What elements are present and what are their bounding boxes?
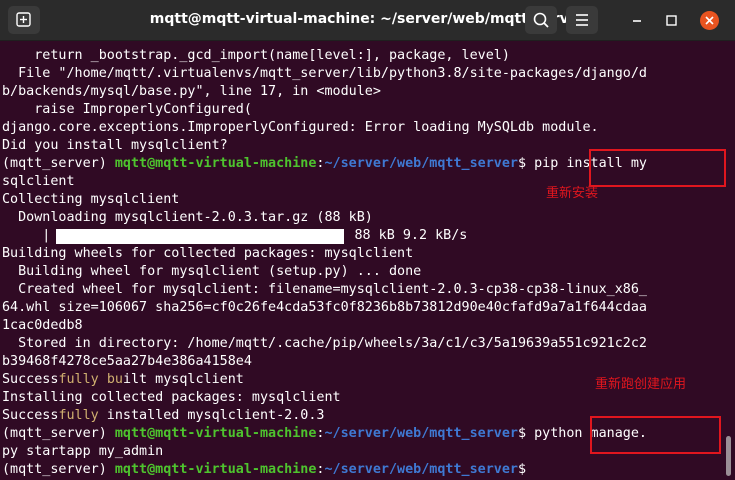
- prompt-dollar: $: [517, 426, 535, 441]
- annotation-rerun: 重新跑创建应用: [595, 377, 687, 392]
- annotation-reinstall: 重新安装: [546, 186, 599, 201]
- close-button[interactable]: [700, 11, 719, 30]
- maximize-icon: [666, 15, 677, 26]
- scrollbar[interactable]: [726, 436, 731, 476]
- minimize-button[interactable]: [624, 6, 652, 34]
- prompt-line: (mqtt_server) mqtt@mqtt-virtual-machine:…: [2, 155, 647, 173]
- output-line: Downloading mysqlclient-2.0.3.tar.gz (88…: [2, 210, 373, 225]
- output-line: Created wheel for mysqlclient: filename=…: [2, 282, 647, 297]
- success-text: installed mysqlclient-2.0.3: [98, 408, 325, 423]
- progress-text: | 88 kB 9.2 kB/s: [338, 228, 468, 243]
- prompt-env: (mqtt_server): [2, 156, 115, 171]
- output-line: Building wheels for collected packages: …: [2, 246, 414, 261]
- prompt-env: (mqtt_server): [2, 462, 115, 477]
- prompt-env: (mqtt_server): [2, 426, 115, 441]
- success-text: bu: [106, 372, 123, 387]
- maximize-button[interactable]: [658, 6, 686, 34]
- success-text: Success: [2, 408, 59, 423]
- prompt-userhost: mqtt@mqtt-virtual-machine: [114, 426, 317, 441]
- output-line: py startapp my_admin: [2, 444, 164, 459]
- search-icon: [533, 12, 549, 28]
- success-text: fully: [58, 408, 99, 423]
- output-line: Installing collected packages: mysqlclie…: [2, 390, 341, 405]
- output-line: Collecting mysqlclient: [2, 192, 180, 207]
- prompt-dollar: $: [517, 462, 535, 477]
- success-line: Successfully installed mysqlclient-2.0.3: [2, 407, 324, 425]
- title-bar: mqtt@mqtt-virtual-machine: ~/server/web/…: [0, 0, 735, 41]
- prompt-userhost: mqtt@mqtt-virtual-machine: [114, 462, 317, 477]
- output-line: 1cac0dedb8: [2, 318, 83, 333]
- prompt-userhost: mqtt@mqtt-virtual-machine: [114, 156, 317, 171]
- success-text: fully: [58, 372, 99, 387]
- output-line: Building wheel for mysqlclient (setup.py…: [2, 264, 422, 279]
- output-line: Stored in directory: /home/mqtt/.cache/p…: [2, 336, 647, 351]
- menu-button[interactable]: [566, 6, 598, 34]
- output-line: b/backends/mysql/base.py", line 17, in <…: [2, 84, 381, 99]
- terminal-output[interactable]: return _bootstrap._gcd_import(name[level…: [0, 41, 735, 480]
- prompt-path: ~/server/web/mqtt_server: [324, 462, 518, 477]
- output-line: 64.whl size=106067 sha256=cf0c26fe4cda53…: [2, 300, 647, 315]
- output-line: Did you install mysqlclient?: [2, 138, 228, 153]
- prompt-path: ~/server/web/mqtt_server: [324, 156, 518, 171]
- prompt-path: ~/server/web/mqtt_server: [324, 426, 518, 441]
- output-line: raise ImproperlyConfigured(: [2, 102, 252, 117]
- output-line: b39468f4278ce5aa27b4e386a4158e4: [2, 354, 252, 369]
- output-line: sqlclient: [2, 174, 75, 189]
- search-button[interactable]: [525, 6, 557, 34]
- progress-left: |: [2, 228, 51, 243]
- success-text: [99, 372, 107, 387]
- prompt-line: (mqtt_server) mqtt@mqtt-virtual-machine:…: [2, 461, 534, 479]
- output-line: File "/home/mqtt/.virtualenvs/mqtt_serve…: [2, 66, 647, 81]
- terminal-window: mqtt@mqtt-virtual-machine: ~/server/web/…: [0, 0, 735, 480]
- highlight-box: [590, 416, 721, 454]
- prompt-dollar: $: [517, 156, 535, 171]
- close-icon: [705, 16, 714, 25]
- output-line: return _bootstrap._gcd_import(name[level…: [2, 48, 510, 63]
- success-text: ilt mysqlclient: [122, 372, 244, 387]
- success-text: Success: [2, 372, 59, 387]
- prompt-line: (mqtt_server) mqtt@mqtt-virtual-machine:…: [2, 425, 647, 443]
- output-line: django.core.exceptions.ImproperlyConfigu…: [2, 120, 599, 135]
- menu-icon: [576, 14, 588, 26]
- minimize-icon: [633, 20, 641, 22]
- progress-bar: [56, 229, 344, 244]
- success-line: Successfully built mysqlclient: [2, 371, 244, 389]
- highlight-box: [589, 149, 726, 187]
